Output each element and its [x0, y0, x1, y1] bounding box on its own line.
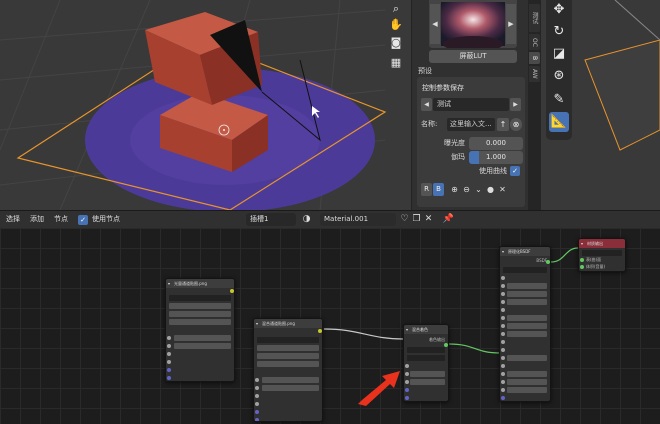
curve-tools-row: R B ⊕ ⊖ ⌄ ● ✕	[421, 183, 521, 196]
preset-value: 测试	[437, 100, 451, 108]
node-editor-canvas[interactable]: 光量通道贴图.png 混合通道贴图.png 混合着色 着色输出	[0, 228, 660, 424]
exposure-row: 曝光度 0.000	[421, 137, 523, 150]
slot-dropdown[interactable]: 插槽1	[246, 213, 296, 226]
hdri-thumbnail[interactable]: ◀ ▶	[429, 0, 517, 48]
dot-icon[interactable]: ●	[485, 183, 496, 196]
measure-tool-icon[interactable]: 📐	[549, 112, 569, 132]
material-name-field[interactable]: Material.001	[320, 213, 396, 226]
thumb-next-button[interactable]: ▶	[506, 4, 516, 44]
gamma-fill	[469, 151, 479, 164]
gamma-label: 伽玛	[451, 153, 465, 161]
b-channel-button[interactable]: B	[433, 183, 444, 196]
red-arrow-annotation	[358, 371, 400, 406]
node-editor-header: 选择 添加 节点 ✓ 使用节点 插槽1 ◑ Material.001 ♡ ❐ ✕…	[0, 210, 660, 228]
grid-icon[interactable]: ▦	[387, 54, 405, 71]
viewport-toolbar: ⌕ ✋ ◙ ▦	[385, 0, 407, 80]
use-curve-label: 使用曲线	[479, 167, 507, 175]
exposure-value: 0.000	[485, 139, 507, 147]
material-sphere-icon[interactable]: ◑	[300, 213, 313, 226]
dropdown-icon[interactable]: ⌄	[473, 183, 484, 196]
tab-test[interactable]: 测试	[529, 4, 540, 32]
sidebar-tabs: 测试 OC B AW	[528, 0, 541, 210]
r-channel-button[interactable]: R	[421, 183, 432, 196]
transform-tool-icon[interactable]: ⊛	[549, 66, 569, 86]
subpanel-title: 控制参数保存	[422, 84, 464, 92]
lut-toggle-button[interactable]: 屏蔽LUT	[429, 50, 517, 63]
control-save-subpanel: 控制参数保存 ◀ 测试 ▶ 名称: 这里输入文... ↑ ⊗ 曝光度 0.000…	[417, 77, 525, 207]
use-curve-row: 使用曲线 ✓	[421, 165, 521, 177]
gamma-row: 伽玛 1.000	[421, 151, 523, 164]
use-nodes-checkbox[interactable]: ✓	[78, 215, 88, 225]
menu-node[interactable]: 节点	[54, 214, 68, 225]
clear-icon[interactable]: ⊗	[510, 118, 522, 131]
gamma-value: 1.000	[485, 153, 507, 161]
octane-side-panel: ◀ ▶ 屏蔽LUT 预设 控制参数保存 ◀ 测试 ▶ 名称: 这里输入文... …	[411, 0, 528, 210]
material-value: Material.001	[324, 215, 369, 223]
use-nodes-label: 使用节点	[92, 215, 120, 223]
preset-selector: ◀ 测试 ▶	[421, 98, 521, 111]
tab-aw[interactable]: AW	[529, 66, 540, 82]
cursor-tool-icon[interactable]: ✥	[549, 0, 569, 20]
exposure-label: 曝光度	[444, 139, 465, 147]
close-icon[interactable]: ✕	[497, 183, 508, 196]
zoom-in-icon[interactable]: ⊕	[449, 183, 460, 196]
slot-value: 插槽1	[250, 215, 269, 223]
unlink-icon[interactable]: ✕	[422, 213, 435, 226]
preset-next-button[interactable]: ▶	[510, 98, 521, 111]
exposure-field[interactable]: 0.000	[469, 137, 523, 150]
name-label: 名称:	[421, 120, 438, 128]
gamma-field[interactable]: 1.000	[469, 151, 523, 164]
menu-select[interactable]: 选择	[6, 214, 20, 225]
pin-icon[interactable]: 📌	[442, 213, 455, 226]
camera-icon[interactable]: ◙	[387, 34, 405, 51]
tool-gizmos: ✥ ↻ ◪ ⊛ ✎ 📐	[541, 0, 660, 210]
name-row: 名称: 这里输入文... ↑ ⊗	[421, 118, 522, 131]
annotate-tool-icon[interactable]: ✎	[549, 90, 569, 110]
hand-icon[interactable]: ✋	[387, 16, 405, 33]
zoom-icon[interactable]: ⌕	[387, 0, 405, 17]
preset-prev-button[interactable]: ◀	[421, 98, 432, 111]
scale-tool-icon[interactable]: ◪	[549, 44, 569, 64]
tab-oc[interactable]: OC	[529, 34, 540, 50]
thumb-prev-button[interactable]: ◀	[430, 4, 440, 44]
upload-icon[interactable]: ↑	[497, 118, 509, 131]
tab-b[interactable]: B	[529, 52, 540, 64]
use-curve-checkbox[interactable]: ✓	[510, 166, 520, 176]
menu-add[interactable]: 添加	[30, 214, 44, 225]
preset-section-label: 预设	[418, 67, 432, 75]
preset-dropdown[interactable]: 测试	[433, 98, 509, 111]
zoom-out-icon[interactable]: ⊖	[461, 183, 472, 196]
name-input[interactable]: 这里输入文...	[447, 118, 495, 131]
rotate-tool-icon[interactable]: ↻	[549, 22, 569, 42]
